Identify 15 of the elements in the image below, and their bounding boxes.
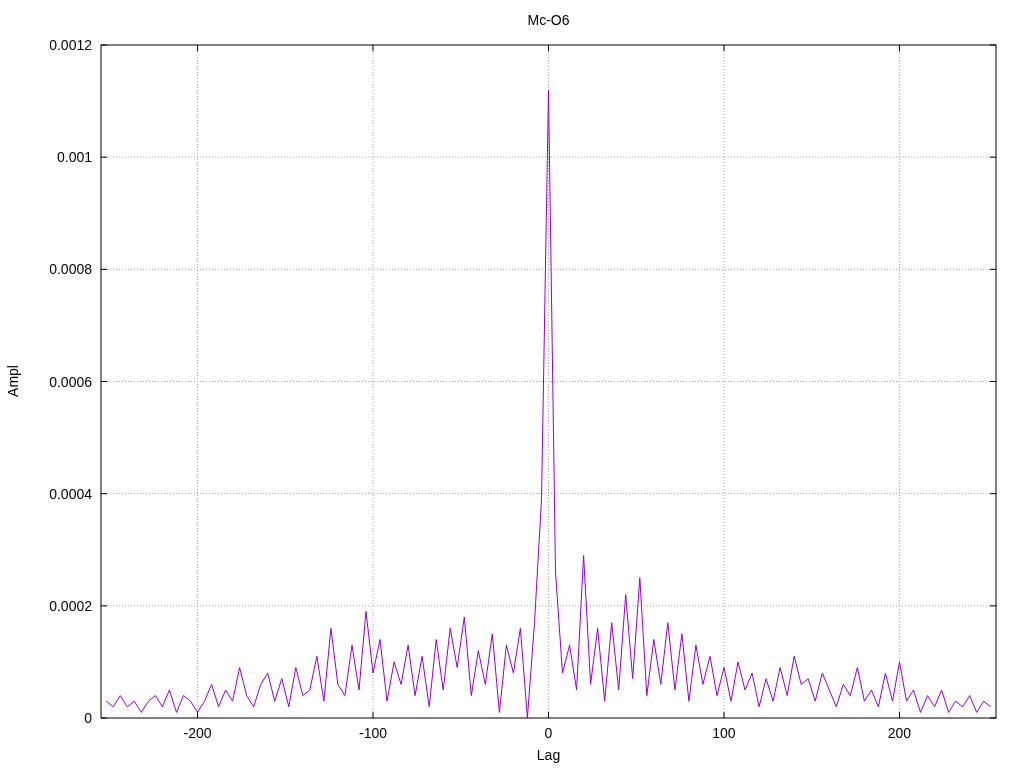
axis-label: Lag [536,747,561,763]
tick-label: 0.001 [56,149,92,166]
tick-label: 0.0012 [49,37,92,53]
tick-label: 0.0006 [49,373,92,390]
tick-label: 0.0008 [49,261,92,278]
tick-label: 0 [84,710,92,726]
tick-label: -100 [359,725,388,741]
chart-title: Mc-O6 [527,12,570,28]
tick-label: 0.0002 [49,597,92,614]
axis-label: Ampl [5,365,21,397]
tick-label: 0.0004 [49,485,92,502]
tick-label: 100 [712,725,736,741]
tick-label: -200 [183,725,212,741]
tick-label: 0 [544,725,553,741]
tick-label: 200 [887,725,912,741]
